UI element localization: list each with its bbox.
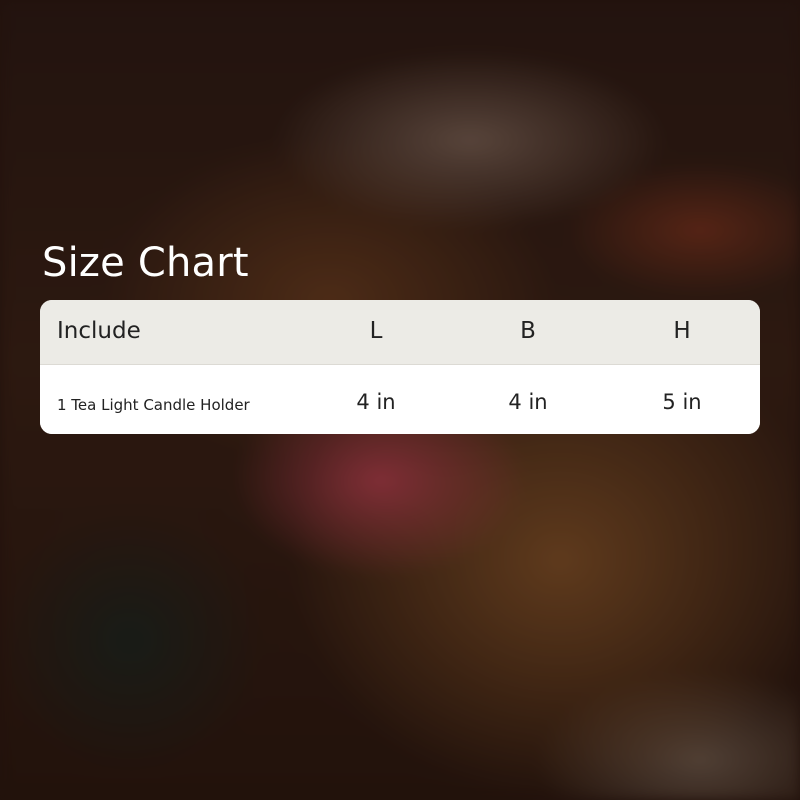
table-header-row: Include L B H bbox=[40, 300, 760, 365]
header-breadth: B bbox=[520, 318, 536, 344]
size-chart-title: Size Chart bbox=[42, 240, 249, 286]
length-value: 4 in bbox=[356, 390, 396, 414]
header-length: L bbox=[369, 318, 383, 344]
table-row: 1 Tea Light Candle Holder 4 in 4 in 5 in bbox=[40, 365, 760, 434]
item-name: 1 Tea Light Candle Holder bbox=[57, 396, 250, 414]
height-value: 5 in bbox=[662, 390, 702, 414]
header-include: Include bbox=[57, 318, 141, 344]
header-height: H bbox=[673, 318, 691, 344]
size-table: Include L B H 1 Tea Light Candle Holder … bbox=[40, 300, 760, 434]
breadth-value: 4 in bbox=[508, 390, 548, 414]
